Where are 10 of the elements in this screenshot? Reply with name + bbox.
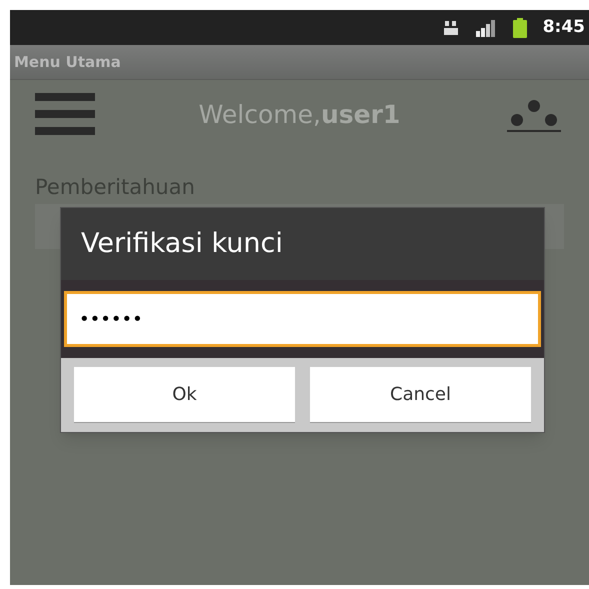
- dialog-button[interactable]: Cancel: [310, 367, 531, 423]
- menu-icon[interactable]: [35, 93, 95, 137]
- signal-icon: [474, 18, 497, 36]
- password-field[interactable]: ••••••: [64, 291, 541, 347]
- app-title: Menu Utama: [14, 52, 121, 73]
- dialog-title: Verifikasi kunci: [81, 226, 283, 261]
- clock: 8:45: [542, 16, 585, 39]
- welcome-text: Welcome,user1: [198, 99, 400, 132]
- battery-icon: [512, 18, 527, 38]
- dialog-button[interactable]: Ok: [74, 367, 295, 423]
